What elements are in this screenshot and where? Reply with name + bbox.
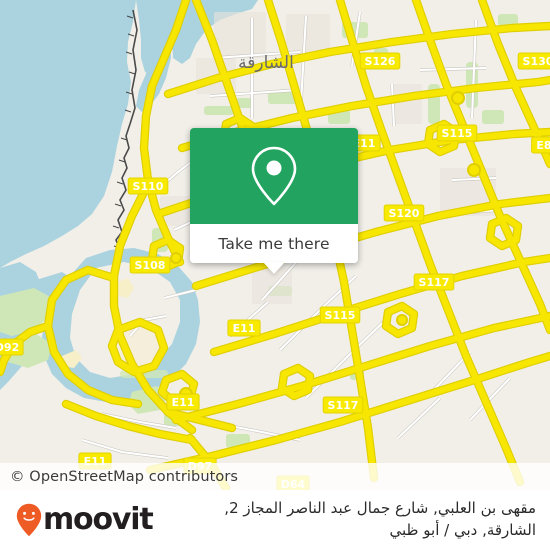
road-shield: S117 <box>322 396 364 414</box>
road-shield: S120 <box>383 204 425 222</box>
road-shield: S115 <box>436 124 478 142</box>
road-shield-label: D92 <box>0 341 19 354</box>
osm-attribution-text[interactable]: © OpenStreetMap contributors <box>0 469 238 485</box>
map-city-label: الشارقة <box>238 53 294 73</box>
road-shield: S117 <box>413 273 455 291</box>
moovit-pin-icon <box>16 503 42 537</box>
road-shield: S108 <box>129 256 171 274</box>
road-shield-label: S126 <box>365 55 396 68</box>
location-popup[interactable]: Take me there <box>190 128 358 274</box>
road-shield: S126 <box>359 52 401 70</box>
moovit-wordmark: moovit <box>43 502 154 537</box>
road-shield-label: S108 <box>135 259 166 272</box>
road-shield: E8 <box>531 136 550 154</box>
road-shield: E11 <box>166 393 200 411</box>
road-shield-label: S130 <box>523 55 550 68</box>
moovit-logo[interactable]: moovit <box>0 502 154 537</box>
road-shield: S115 <box>319 306 361 324</box>
road-shield-label: E11 <box>172 396 195 409</box>
take-me-there-label: Take me there <box>218 234 330 253</box>
road-shield: D92 <box>0 338 24 356</box>
map-pin-icon <box>249 145 299 207</box>
popup-tail <box>263 262 285 274</box>
road-shield-label: E8 <box>536 139 550 152</box>
road-shield-label: S117 <box>419 276 450 289</box>
take-me-there-button[interactable]: Take me there <box>190 224 358 274</box>
moovit-map-screen: الشارقة S126 S130 S115 E11 E8 S110 S120 S108 S11… <box>0 0 550 550</box>
road-shield-label: S117 <box>328 399 359 412</box>
address-line-1: مقهى بن العلبي, شارع جمال عبد الناصر الم… <box>224 499 536 518</box>
road-shield-label: S115 <box>442 127 473 140</box>
road-shield: S130 <box>517 52 550 70</box>
map-attribution-bar: © OpenStreetMap contributors <box>0 463 550 490</box>
road-shield: S110 <box>127 177 169 195</box>
location-address: مقهى بن العلبي, شارع جمال عبد الناصر الم… <box>152 498 550 542</box>
road-shield-label: S110 <box>133 180 164 193</box>
address-line-2: الشارقة, دبي / أبو ظبي <box>389 521 536 539</box>
road-shield: E11 <box>227 319 261 337</box>
popup-header <box>190 128 358 224</box>
road-shield-label: E11 <box>233 322 256 335</box>
road-shield-label: S115 <box>325 309 356 322</box>
footer-bar: moovit مقهى بن العلبي, شارع جمال عبد الن… <box>0 490 550 550</box>
road-shield-label: S120 <box>389 207 420 220</box>
